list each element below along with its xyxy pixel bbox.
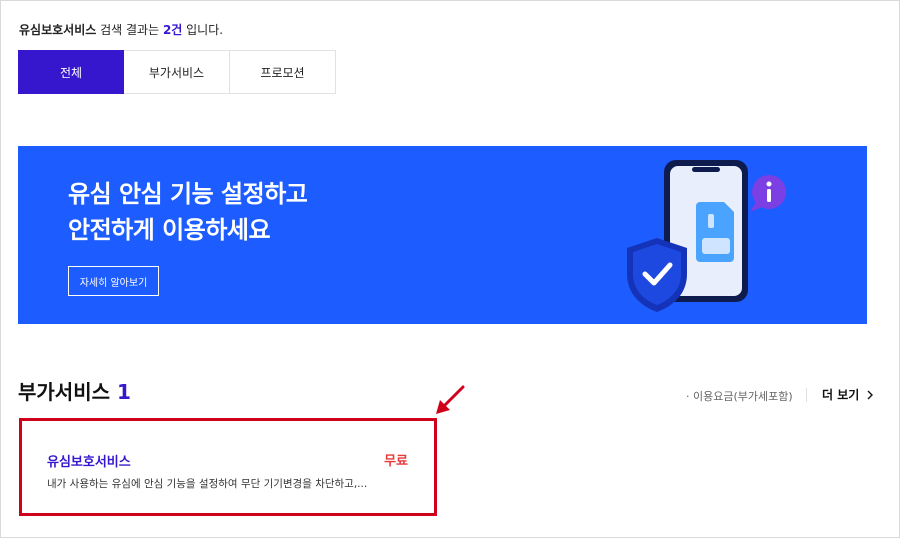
- annotation-arrow-icon: [436, 385, 465, 414]
- more-link[interactable]: 더 보기: [822, 386, 874, 403]
- section-count: 1: [116, 380, 131, 404]
- service-description: 내가 사용하는 유심에 안심 기능을 설정하여 무단 기기변경을 차단하고,..…: [47, 478, 368, 490]
- tab-addon-services[interactable]: 부가서비스: [124, 50, 230, 94]
- more-label: 더 보기: [822, 388, 860, 402]
- fee-info-link[interactable]: · 이용요금(부가세포함): [686, 388, 793, 404]
- banner-title: 유심 안심 기능 설정하고 안전하게 이용하세요: [68, 176, 308, 248]
- search-keyword: 유심보호서비스: [19, 23, 97, 37]
- section-title: 부가서비스 1: [18, 376, 131, 405]
- section-title-label: 부가서비스: [18, 380, 110, 404]
- promo-banner[interactable]: 유심 안심 기능 설정하고 안전하게 이용하세요 자세히 알아보기: [18, 146, 867, 324]
- service-price: 무료: [384, 454, 408, 469]
- tab-all[interactable]: 전체: [18, 50, 124, 94]
- divider: [806, 388, 807, 402]
- chevron-right-icon: [867, 390, 873, 400]
- learn-more-button[interactable]: 자세히 알아보기: [68, 266, 159, 296]
- result-count: 2건: [162, 23, 183, 37]
- phone-sim-shield-illustration: [627, 160, 786, 312]
- service-card[interactable]: 유심보호서비스 무료 내가 사용하는 유심에 안심 기능을 설정하여 무단 기기…: [19, 418, 437, 516]
- banner-title-line2: 안전하게 이용하세요: [68, 216, 271, 244]
- service-name[interactable]: 유심보호서비스: [47, 451, 131, 470]
- search-result-summary: 유심보호서비스 검색 결과는 2건 입니다.: [19, 21, 223, 38]
- category-tabs: 전체 부가서비스 프로모션: [18, 50, 336, 94]
- result-suffix-text: 입니다.: [182, 23, 224, 37]
- banner-title-line1: 유심 안심 기능 설정하고: [68, 180, 308, 208]
- tab-promotions[interactable]: 프로모션: [230, 50, 336, 94]
- result-prefix-text: 검색 결과는: [96, 23, 163, 37]
